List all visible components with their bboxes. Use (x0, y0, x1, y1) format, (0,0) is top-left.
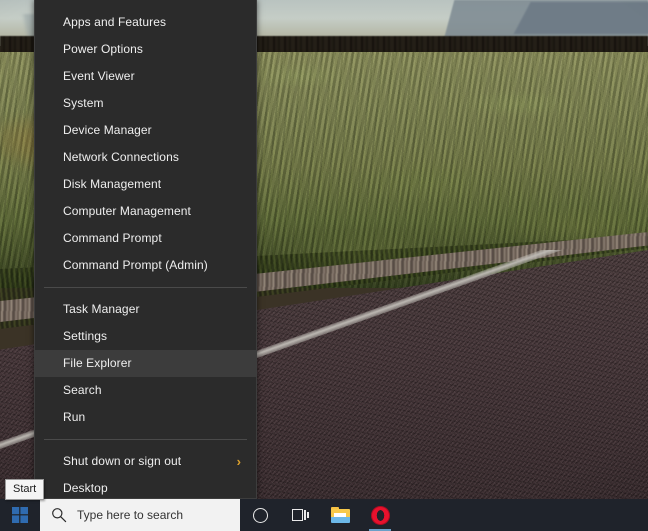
winx-item-label: Run (63, 410, 86, 424)
winx-menu-group-tools: Task Manager Settings File Explorer Sear… (35, 296, 256, 431)
winx-item-run[interactable]: Run (35, 404, 256, 431)
winx-item-network-connections[interactable]: Network Connections (35, 144, 256, 171)
winx-item-label: Disk Management (63, 177, 162, 191)
opera-icon (370, 505, 390, 525)
windows-logo-icon (12, 507, 28, 523)
winx-item-disk-management[interactable]: Disk Management (35, 171, 256, 198)
taskbar-button-file-explorer[interactable] (320, 499, 360, 531)
winx-item-event-viewer[interactable]: Event Viewer (35, 63, 256, 90)
winx-separator-2 (44, 439, 247, 440)
search-icon (52, 508, 67, 523)
winx-item-task-manager[interactable]: Task Manager (35, 296, 256, 323)
taskbar-search-box[interactable]: Type here to search (40, 499, 240, 531)
taskbar: Type here to search (0, 499, 648, 531)
winx-item-label: Shut down or sign out (63, 454, 182, 468)
winx-item-label: Task Manager (63, 302, 140, 316)
winx-item-file-explorer[interactable]: File Explorer (35, 350, 256, 377)
task-view-icon (291, 508, 309, 522)
search-placeholder-text: Type here to search (77, 508, 184, 522)
chevron-right-icon: › (236, 454, 241, 469)
start-button[interactable] (0, 499, 40, 531)
winx-item-shut-down-or-sign-out[interactable]: Shut down or sign out › (35, 448, 256, 475)
winx-item-command-prompt[interactable]: Command Prompt (35, 225, 256, 252)
winx-item-label: Settings (63, 329, 108, 343)
winx-quick-link-menu[interactable]: Apps and Features Power Options Event Vi… (34, 0, 257, 499)
taskbar-icon-strip (240, 499, 648, 531)
winx-item-label: Device Manager (63, 123, 152, 137)
winx-item-label: Apps and Features (63, 15, 167, 29)
winx-item-power-options[interactable]: Power Options (35, 36, 256, 63)
winx-item-command-prompt-admin[interactable]: Command Prompt (Admin) (35, 252, 256, 279)
winx-item-device-manager[interactable]: Device Manager (35, 117, 256, 144)
start-button-tooltip: Start (5, 479, 45, 500)
taskbar-button-cortana[interactable] (240, 499, 280, 531)
taskbar-button-task-view[interactable] (280, 499, 320, 531)
winx-item-label: Network Connections (63, 150, 179, 164)
winx-item-label: Desktop (63, 481, 108, 495)
screen: Apps and Features Power Options Event Vi… (0, 0, 648, 531)
winx-item-label: Event Viewer (63, 69, 135, 83)
taskbar-button-opera[interactable] (360, 499, 400, 531)
winx-menu-group-system: Apps and Features Power Options Event Vi… (35, 9, 256, 279)
winx-item-apps-and-features[interactable]: Apps and Features (35, 9, 256, 36)
winx-item-label: File Explorer (63, 356, 132, 370)
winx-item-desktop[interactable]: Desktop (35, 475, 256, 502)
folder-icon (330, 507, 350, 523)
winx-item-label: Computer Management (63, 204, 191, 218)
winx-separator-1 (44, 287, 247, 288)
winx-item-computer-management[interactable]: Computer Management (35, 198, 256, 225)
winx-item-label: Command Prompt (Admin) (63, 258, 208, 272)
winx-item-settings[interactable]: Settings (35, 323, 256, 350)
cortana-circle-icon (252, 507, 268, 523)
winx-menu-group-session: Shut down or sign out › Desktop (35, 448, 256, 502)
winx-item-search[interactable]: Search (35, 377, 256, 404)
winx-item-label: Search (63, 383, 102, 397)
winx-item-system[interactable]: System (35, 90, 256, 117)
winx-item-label: Power Options (63, 42, 144, 56)
winx-item-label: Command Prompt (63, 231, 162, 245)
winx-item-label: System (63, 96, 104, 110)
